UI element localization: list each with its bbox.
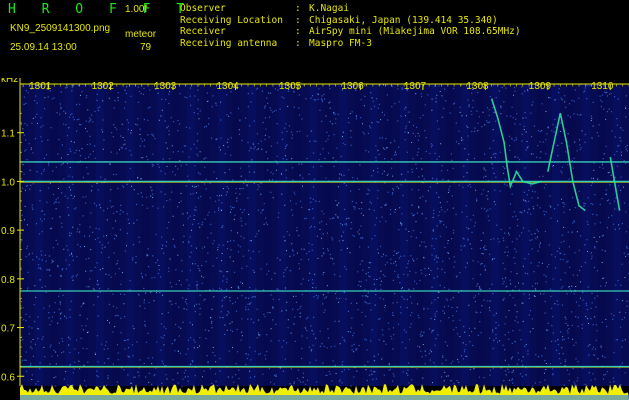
info-key: Receiver — [180, 26, 226, 37]
noise-band — [567, 84, 576, 386]
noise-band — [96, 84, 104, 386]
noise-band — [430, 84, 439, 386]
info-row-antenna: Receiving antenna: Maspro FM-3 — [180, 38, 521, 50]
noise-band — [308, 84, 317, 386]
y-tick-label: 0.8 — [1, 275, 15, 286]
noise-band — [582, 84, 591, 386]
spectrogram-plot: kHz 1.1 1.0 0.9 0.8 0.7 0.6 1301 1302 1303 1304 130… — [0, 78, 629, 400]
y-tick-label: 1.1 — [1, 129, 15, 140]
spectrogram-svg: kHz1.11.00.90.80.70.61301 1302 1303 1304 130… — [1, 78, 629, 400]
info-colon: : — [295, 14, 301, 26]
meteor-label: meteor — [125, 29, 157, 40]
filename-label: KN9_2509141300.png — [10, 23, 111, 34]
noise-band — [612, 84, 621, 386]
info-colon: : — [295, 37, 301, 49]
noise-band — [445, 84, 454, 386]
info-value: Chigasaki, Japan (139.414 35.340) — [309, 14, 498, 26]
info-colon: : — [295, 26, 301, 37]
y-unit-label: kHz — [1, 78, 18, 85]
noise-band — [339, 84, 348, 386]
noise-band — [476, 84, 484, 386]
noise-band — [384, 84, 393, 386]
noise-band — [65, 84, 74, 386]
info-key: Receiving antenna — [180, 37, 278, 49]
y-tick-label: 0.6 — [1, 372, 15, 383]
noise-band — [324, 84, 332, 386]
noise-band — [156, 84, 165, 386]
noise-band — [202, 84, 211, 386]
app-logo: H R O F F T — [8, 2, 194, 17]
noise-band — [172, 84, 180, 386]
info-value: Maspro FM-3 — [309, 37, 372, 49]
noise-band — [293, 84, 302, 386]
info-colon: : — [295, 3, 301, 14]
noise-band — [354, 84, 363, 386]
info-value: AirSpy mini (Miakejima VOR 108.65MHz) — [309, 26, 521, 37]
noise-band — [248, 84, 256, 386]
y-tick-label: 1.0 — [1, 177, 15, 188]
info-row-observer: Observer: K.Nagai — [180, 3, 521, 15]
noise-band — [460, 84, 469, 386]
signal-level-base — [20, 395, 629, 400]
info-row-location: Receiving Location: Chigasaki, Japan (139… — [180, 15, 521, 27]
noise-band — [597, 84, 606, 386]
noise-band — [506, 84, 515, 386]
station-info: Observer: K.Nagai Receiving Location: Chig… — [180, 3, 521, 49]
noise-band — [278, 84, 287, 386]
datetime-label: 25.09.14 13:00 — [10, 42, 77, 53]
y-tick-label: 0.9 — [1, 226, 15, 237]
noise-band — [80, 84, 89, 386]
noise-band — [536, 84, 545, 386]
meteor-count: 79 — [140, 42, 152, 53]
y-tick-label: 0.7 — [1, 324, 15, 335]
noise-band — [126, 84, 135, 386]
noise-band — [217, 84, 226, 386]
header-panel: H R O F F T 1.00f KN9_2509141300.png met… — [0, 0, 629, 78]
info-key: Receiving Location — [180, 14, 283, 26]
noise-band — [263, 84, 272, 386]
version-label: 1.00f — [125, 4, 148, 15]
info-row-receiver: Receiver: AirSpy mini (Miakejima VOR 108.… — [180, 26, 521, 38]
noise-band — [141, 84, 150, 386]
noise-band — [35, 84, 44, 386]
noise-band — [521, 84, 530, 386]
noise-band — [415, 84, 424, 386]
noise-band — [400, 84, 408, 386]
noise-band — [491, 84, 500, 386]
noise-band — [50, 84, 59, 386]
info-key: Observer — [180, 3, 226, 14]
info-value: K.Nagai — [309, 3, 350, 14]
